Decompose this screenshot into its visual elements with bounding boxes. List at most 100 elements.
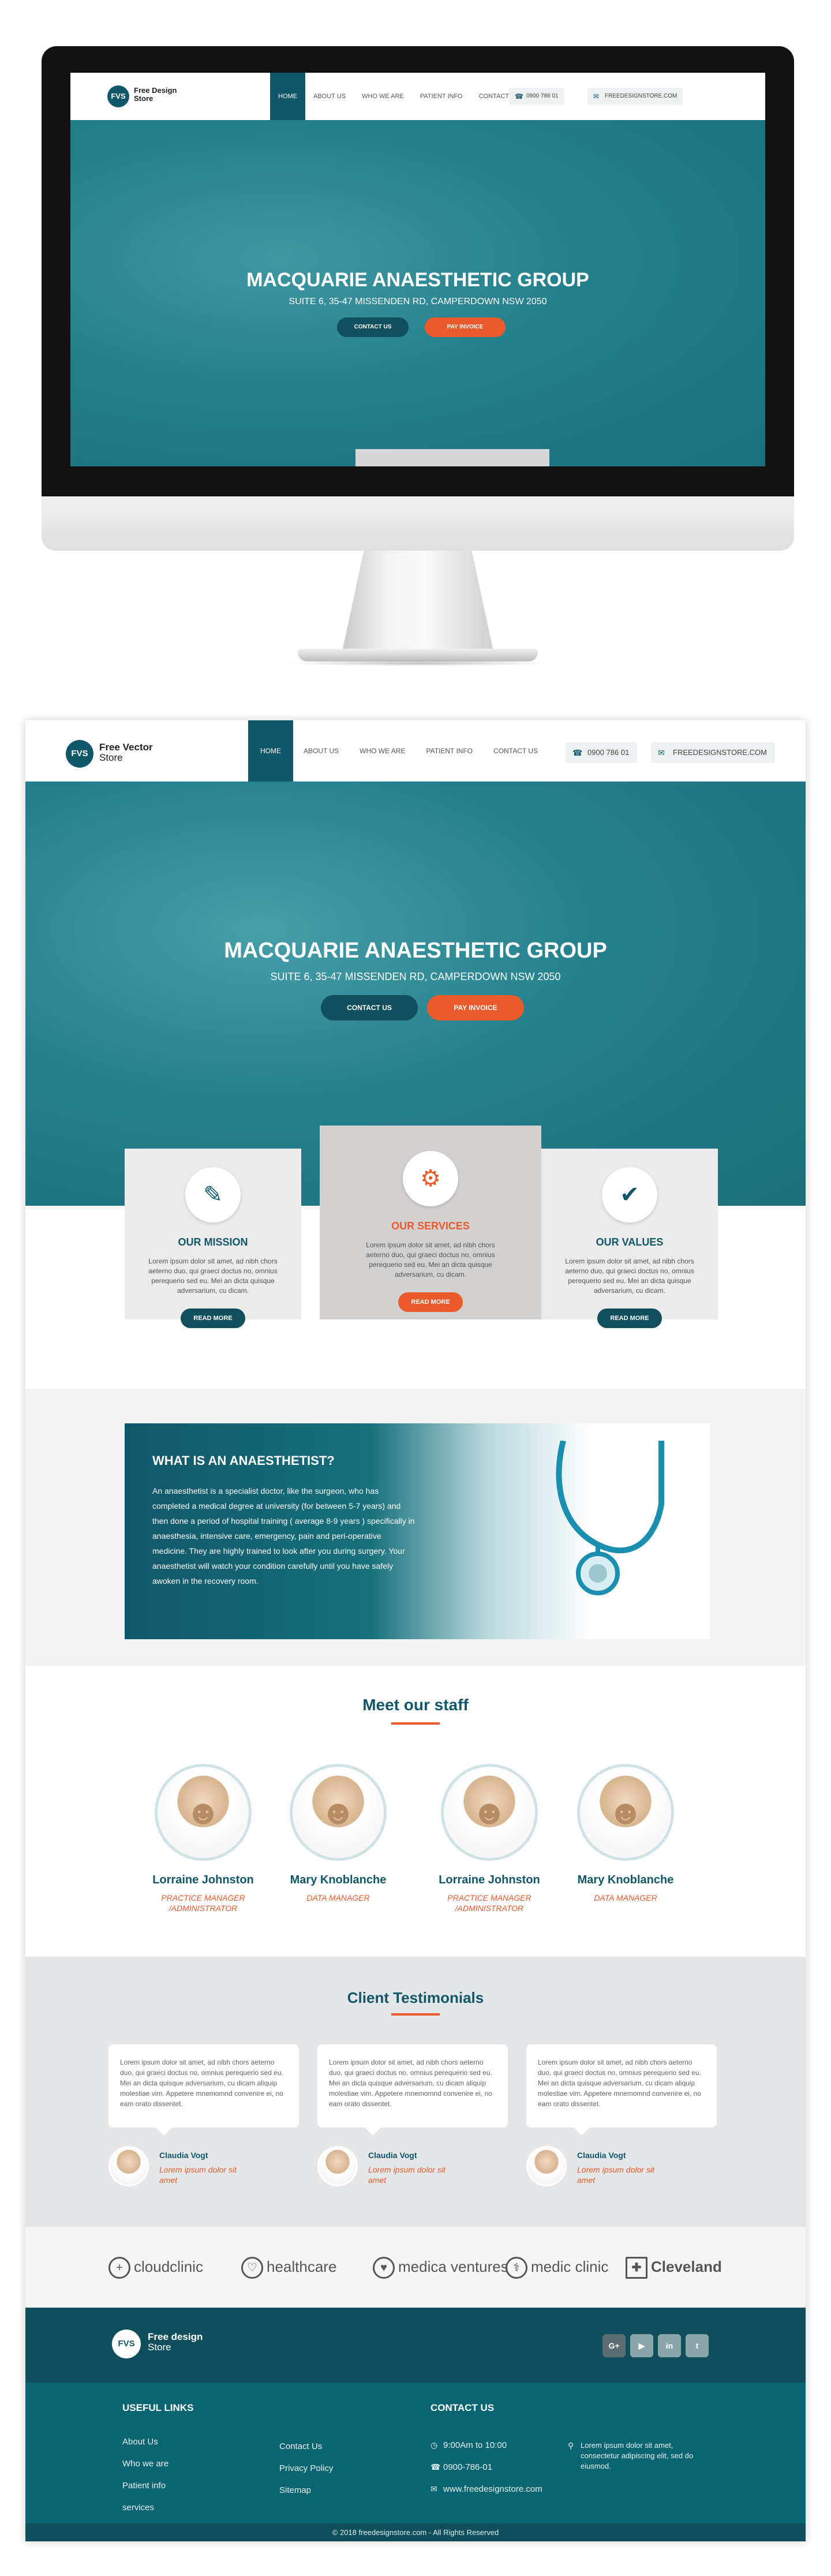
phone-text: 0900-786-01 [443, 2462, 493, 2472]
staff-member[interactable]: ☻ Mary Knoblanche DATA MANAGER [568, 1764, 683, 1903]
monitor-menu-who[interactable]: WHO WE ARE [354, 73, 412, 120]
footer-logo-text: Free design Store [148, 2332, 203, 2353]
document-pen-icon: ✎ [185, 1167, 241, 1222]
partner-name: medica ventures [398, 2257, 508, 2275]
monitor-chin [42, 496, 794, 551]
monitor-card-strip [355, 449, 549, 466]
clock-icon: ◷ [431, 2440, 438, 2450]
footer-link-about[interactable]: About Us [122, 2437, 158, 2447]
contact-title: CONTACT US [431, 2402, 495, 2413]
card-services: ⚙ OUR SERVICES Lorem ipsum dolor sit ame… [320, 1126, 541, 1319]
email-pill[interactable]: ✉ FREEDESIGNSTORE.COM [651, 742, 776, 763]
monitor-screen: FVS Free Design Store HOME ABOUT US WHO … [70, 73, 765, 466]
youtube-icon[interactable]: ▶ [630, 2334, 653, 2357]
monitor-stand-base [298, 649, 538, 661]
monitor-logo-line1: Free Design [134, 86, 177, 95]
footer-logo-mark[interactable]: FVS [112, 2330, 141, 2358]
monitor-stand-shadow [284, 660, 552, 666]
partner-logo-medic-clinic[interactable]: ⚕ medic clinic [506, 2257, 608, 2279]
phone-text: 0900 786 01 [587, 748, 630, 757]
staff-name: Mary Knoblanche [290, 1874, 387, 1886]
logo-mark[interactable]: FVS [66, 740, 93, 768]
linkedin-icon[interactable]: in [658, 2334, 681, 2357]
check-badge-icon: ✔ [602, 1167, 657, 1222]
monitor-phone-pill[interactable]: ☎ 0900 786 01 [509, 88, 564, 105]
staff-photo: ☻ [441, 1764, 538, 1861]
logo-line2: Store [99, 752, 123, 763]
feature-cards: ✎ OUR MISSION Lorem ipsum dolor sit amet… [125, 1126, 718, 1328]
phone-icon: ☎ [515, 92, 523, 100]
staff-member[interactable]: ☻ Lorraine Johnston PRACTICE MANAGER /AD… [432, 1764, 547, 1913]
staff-member[interactable]: ☻ Mary Knoblanche DATA MANAGER [280, 1764, 396, 1903]
main-menu: HOME ABOUT US WHO WE ARE PATIENT INFO CO… [248, 720, 548, 782]
partner-logo-healthcare[interactable]: ♡ healthcare [241, 2257, 336, 2279]
menu-item-about[interactable]: ABOUT US [293, 720, 349, 782]
testimonial-card: Lorem ipsum dolor sit amet, ad nibh chor… [108, 2044, 299, 2136]
read-more-button[interactable]: READ MORE [398, 1292, 463, 1312]
partner-logo-medica-ventures[interactable]: ♥ medica ventures [373, 2257, 508, 2279]
partner-logo-cleveland[interactable]: ✚ Cleveland [626, 2257, 722, 2279]
staff-photo: ☻ [155, 1764, 252, 1861]
card-title: OUR SERVICES [391, 1220, 470, 1232]
footer-main: USEFUL LINKS About Us Who we are Patient… [25, 2383, 806, 2523]
footer-link-contact[interactable]: Contact Us [279, 2442, 322, 2451]
staff-title: Meet our staff [362, 1696, 469, 1714]
read-more-button[interactable]: READ MORE [181, 1308, 245, 1328]
monitor-menu-about[interactable]: ABOUT US [305, 73, 354, 120]
testimonial-name: Claudia Vogt [368, 2151, 417, 2160]
monitor-menu-home[interactable]: HOME [270, 73, 305, 120]
footer-top: FVS Free design Store G+ ▶ in t [25, 2308, 806, 2383]
staff-member[interactable]: ☻ Lorraine Johnston PRACTICE MANAGER /AD… [145, 1764, 261, 1913]
partner-name: cloudclinic [134, 2257, 203, 2275]
footer-link-privacy[interactable]: Privacy Policy [279, 2463, 333, 2473]
monitor-hero-background [70, 120, 765, 466]
caduceus-icon: ⚕ [506, 2257, 527, 2279]
monitor-hero-subtitle: SUITE 6, 35-47 MISSENDEN RD, CAMPERDOWN … [289, 297, 547, 306]
monitor-menu: HOME ABOUT US WHO WE ARE PATIENT INFO CO… [270, 73, 527, 120]
contact-us-button[interactable]: CONTACT US [321, 995, 418, 1020]
monitor-stand [343, 551, 493, 649]
location-pin-icon: ⚲ [568, 2441, 574, 2450]
menu-item-patient-info[interactable]: PATIENT INFO [415, 720, 483, 782]
partner-name: healthcare [267, 2257, 337, 2275]
footer-link-patient-info[interactable]: Patient info [122, 2481, 166, 2491]
menu-item-home[interactable]: HOME [248, 720, 293, 782]
testimonials-title-underline [391, 2013, 440, 2016]
monitor-contact-button[interactable]: CONTACT US [337, 317, 409, 337]
phone-pill[interactable]: ☎ 0900 786 01 [566, 742, 638, 763]
testimonials-section: Client Testimonials Lorem ipsum dolor si… [25, 1957, 806, 2227]
menu-item-contact[interactable]: CONTACT US [483, 720, 548, 782]
email-text: FREEDESIGNSTORE.COM [673, 748, 768, 757]
footer-link-who-we-are[interactable]: Who we are [122, 2459, 169, 2469]
google-plus-icon[interactable]: G+ [602, 2334, 626, 2357]
navbar: FVS Free Vector Store HOME ABOUT US WHO … [25, 720, 806, 782]
staff-name: Lorraine Johnston [439, 1874, 540, 1886]
footer-link-services[interactable]: services [122, 2503, 154, 2513]
monitor-logo-mark[interactable]: FVS [107, 85, 129, 107]
about-title: WHAT IS AN ANAESTHETIST? [152, 1453, 335, 1468]
twitter-icon[interactable]: t [686, 2334, 709, 2357]
monitor-email-pill[interactable]: ✉ FREEDESIGNSTORE.COM [587, 88, 683, 105]
mail-icon: ✉ [658, 748, 665, 757]
logo-text: Free Vector Store [99, 742, 153, 763]
pay-invoice-button[interactable]: PAY INVOICE [427, 995, 524, 1020]
partner-logo-cloudclinic[interactable]: + cloudclinic [108, 2257, 203, 2279]
partner-name: Cleveland [651, 2257, 722, 2275]
monitor-pay-button[interactable]: PAY INVOICE [425, 317, 506, 337]
monitor-menu-patient[interactable]: PATIENT INFO [412, 73, 471, 120]
staff-photo: ☻ [290, 1764, 387, 1861]
monitor-mockup: FVS Free Design Store HOME ABOUT US WHO … [42, 46, 794, 666]
card-title: OUR MISSION [178, 1236, 248, 1248]
testimonial-card: Lorem ipsum dolor sit amet, ad nibh chor… [317, 2044, 508, 2136]
footer-link-sitemap[interactable]: Sitemap [279, 2485, 311, 2495]
menu-item-who-we-are[interactable]: WHO WE ARE [349, 720, 415, 782]
address-text: Lorem ipsum dolor sit amet, consectetur … [581, 2441, 694, 2470]
useful-links-title: USEFUL LINKS [122, 2402, 194, 2413]
footer-website[interactable]: ✉ www.freedesignstore.com [431, 2484, 542, 2494]
footer-logo-line2: Store [148, 2342, 171, 2353]
read-more-button[interactable]: READ MORE [597, 1308, 662, 1328]
staff-role: DATA MANAGER [594, 1893, 657, 1902]
stethoscope-image [556, 1441, 664, 1595]
card-title: OUR VALUES [596, 1236, 664, 1248]
staff-name: Mary Knoblanche [577, 1874, 674, 1886]
